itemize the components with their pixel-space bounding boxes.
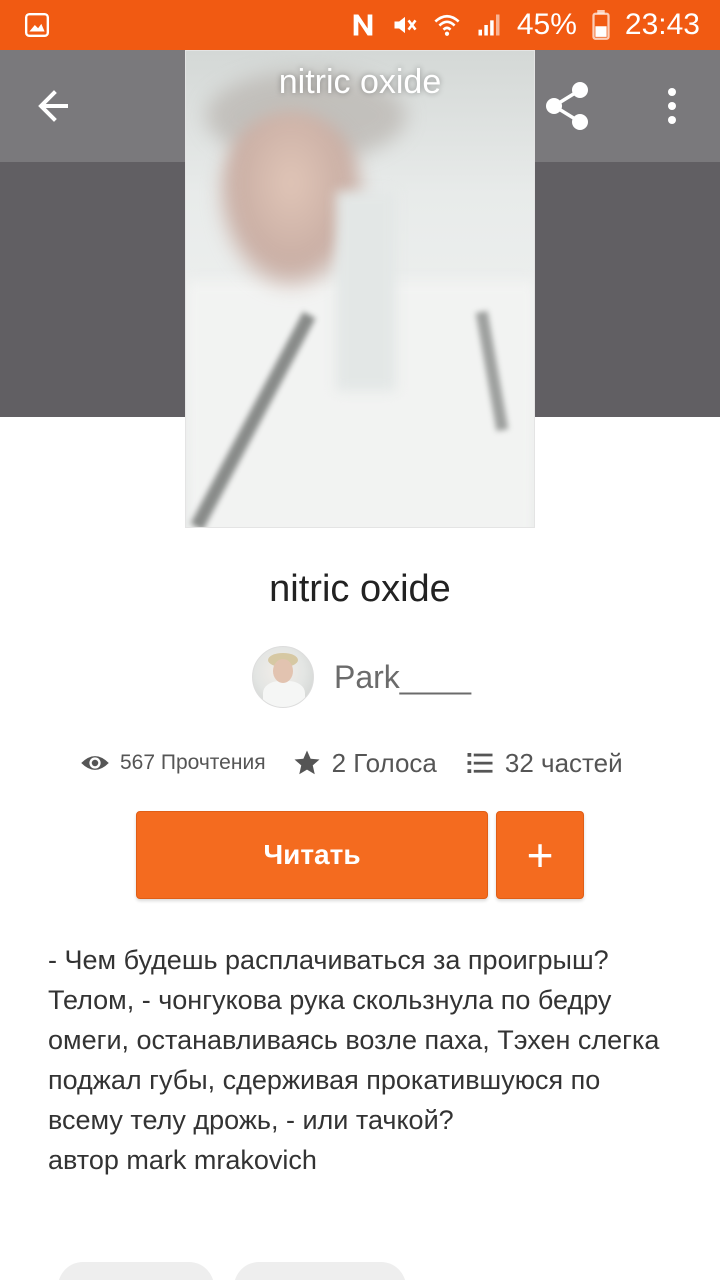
cover-art-scarf — [336, 191, 396, 391]
tag-chip[interactable] — [234, 1262, 406, 1280]
read-button[interactable]: Читать — [136, 811, 488, 899]
votes-count: 2 Голоса — [331, 747, 437, 778]
status-bar: 45% 23:43 — [0, 0, 720, 50]
battery-icon — [592, 10, 610, 40]
list-icon — [467, 753, 493, 773]
votes-stat: 2 Голоса — [292, 748, 437, 779]
avatar-art-body — [263, 681, 305, 707]
cover-title: nitric oxide — [278, 63, 442, 101]
nfc-icon — [353, 14, 373, 36]
parts-stat[interactable]: 32 частей — [465, 748, 623, 779]
signal-icon — [478, 14, 500, 36]
add-to-library-button[interactable]: + — [496, 811, 584, 899]
mute-icon — [394, 16, 417, 34]
back-arrow-icon[interactable] — [30, 84, 82, 128]
star-icon — [294, 750, 320, 775]
avatar[interactable] — [252, 646, 314, 708]
author-link[interactable]: Park____ — [252, 646, 471, 708]
battery-percent: 45% — [516, 8, 577, 41]
story-description: - Чем будешь расплачиваться за проигрыш?… — [48, 945, 660, 1175]
story-stats: 567 Прочтения 2 Голоса 32 частей — [80, 740, 623, 786]
parts-count: 32 частей — [504, 747, 623, 778]
views-stat: 567 Прочтения — [80, 748, 266, 778]
story-cover-image[interactable]: nitric oxide — [185, 50, 535, 528]
share-icon[interactable] — [540, 78, 596, 134]
clock: 23:43 — [624, 8, 700, 41]
avatar-art-face — [273, 659, 293, 683]
tag-chip[interactable] — [58, 1262, 214, 1280]
more-vert-icon[interactable] — [652, 84, 692, 128]
story-title: nitric oxide — [269, 568, 451, 610]
wifi-icon — [434, 14, 460, 36]
author-name[interactable]: Park____ — [334, 659, 471, 696]
views-count: 567 Прочтения — [120, 751, 266, 774]
gallery-icon — [24, 12, 50, 38]
eye-icon — [81, 756, 109, 770]
